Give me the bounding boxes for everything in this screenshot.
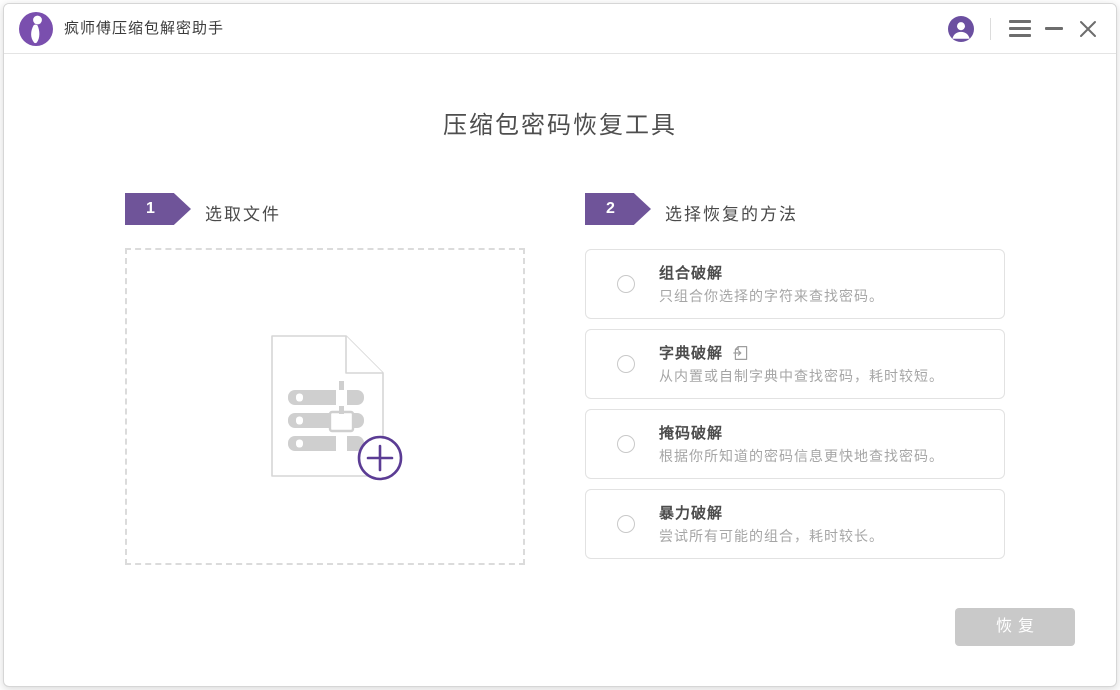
titlebar-divider (990, 18, 991, 40)
import-dictionary-icon[interactable] (733, 345, 749, 361)
titlebar: 疯师傅压缩包解密助手 (4, 4, 1116, 54)
radio-combination[interactable] (617, 275, 635, 293)
radio-mask[interactable] (617, 435, 635, 453)
step-1-badge: 1 (125, 193, 191, 225)
minimize-icon[interactable] (1038, 4, 1070, 53)
brand-logo-icon (19, 12, 53, 46)
plus-icon[interactable] (356, 434, 404, 482)
method-description: 尝试所有可能的组合，耗时较长。 (659, 527, 884, 544)
method-title: 组合破解 (659, 264, 724, 282)
app-title: 疯师傅压缩包解密助手 (64, 20, 225, 37)
method-text: 组合破解 只组合你选择的字符来查找密码。 (659, 266, 884, 303)
method-description: 从内置或自制字典中查找密码，耗时较短。 (659, 368, 944, 384)
step-2-badge: 2 (585, 193, 651, 225)
close-icon[interactable] (1070, 4, 1106, 53)
hamburger-menu-icon[interactable] (1002, 4, 1038, 53)
app-window: 疯师傅压缩包解密助手 压缩包密码恢复工具 1 选取文件 2 选择恢复的方法 组合… (3, 3, 1117, 687)
radio-brute-force[interactable] (617, 515, 635, 533)
method-card-combination[interactable]: 组合破解 只组合你选择的字符来查找密码。 (585, 249, 1005, 319)
step-2-number: 2 (606, 200, 615, 217)
method-title: 字典破解 (659, 344, 724, 362)
method-title: 暴力破解 (659, 504, 724, 522)
step-1-label: 选取文件 (205, 205, 281, 224)
radio-dictionary[interactable] (617, 355, 635, 373)
step-2-label: 选择恢复的方法 (665, 205, 798, 224)
method-card-dictionary[interactable]: 字典破解 从内置或自制字典中查找密码，耗时较短。 (585, 329, 1005, 399)
file-drop-zone[interactable] (125, 248, 525, 565)
method-text: 暴力破解 尝试所有可能的组合，耗时较长。 (659, 506, 884, 543)
page-title: 压缩包密码恢复工具 (443, 112, 677, 139)
method-card-brute-force[interactable]: 暴力破解 尝试所有可能的组合，耗时较长。 (585, 489, 1005, 559)
method-description: 根据你所知道的密码信息更快地查找密码。 (659, 447, 944, 464)
recover-button[interactable]: 恢复 (955, 608, 1075, 646)
method-card-mask[interactable]: 掩码破解 根据你所知道的密码信息更快地查找密码。 (585, 409, 1005, 479)
method-description: 只组合你选择的字符来查找密码。 (659, 287, 884, 304)
step-1-number: 1 (146, 200, 155, 217)
user-account-icon[interactable] (942, 4, 980, 53)
method-text: 字典破解 从内置或自制字典中查找密码，耗时较短。 (659, 344, 944, 384)
method-text: 掩码破解 根据你所知道的密码信息更快地查找密码。 (659, 426, 944, 463)
method-title: 掩码破解 (659, 424, 724, 442)
